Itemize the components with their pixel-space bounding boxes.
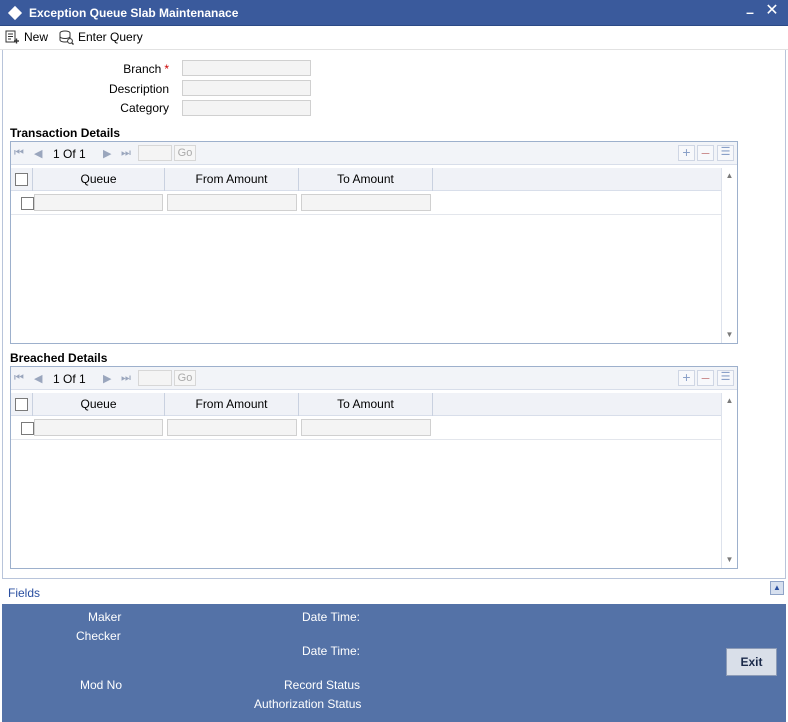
grid-header-row: Queue From Amount To Amount <box>11 393 721 416</box>
last-page-icon[interactable]: ⏭ <box>121 372 131 385</box>
page-total: 1 <box>79 147 86 161</box>
window-title: Exception Queue Slab Maintenanace <box>29 6 239 20</box>
new-document-icon <box>5 30 19 44</box>
from-amount-cell-input[interactable] <box>167 419 297 436</box>
authorization-status-label: Authorization Status <box>254 697 362 711</box>
column-header-to-amount[interactable]: To Amount <box>299 168 433 191</box>
maker-label: Maker <box>88 610 122 624</box>
next-page-icon[interactable]: ▶ <box>103 372 111 385</box>
previous-page-icon[interactable]: ◀ <box>34 147 42 160</box>
scroll-up-icon[interactable]: ▲ <box>722 170 737 182</box>
page-indicator: 1 Of 1 <box>53 372 86 386</box>
select-all-cell <box>11 393 33 416</box>
branch-label-text: Branch <box>123 62 162 76</box>
branch-input[interactable] <box>182 60 311 76</box>
enter-query-label: Enter Query <box>78 30 143 44</box>
branch-label: Branch * <box>19 62 169 76</box>
go-button[interactable]: Go <box>174 370 196 386</box>
page-current: 1 <box>53 372 60 386</box>
maker-date-time-label: Date Time: <box>302 610 361 624</box>
toolbar: New Enter Query <box>0 26 788 50</box>
to-amount-cell-input[interactable] <box>301 419 431 436</box>
column-header-queue[interactable]: Queue <box>33 393 165 416</box>
app-diamond-icon <box>7 5 23 21</box>
queue-cell-input[interactable] <box>34 419 163 436</box>
single-view-icon[interactable]: ☰ <box>717 370 734 386</box>
column-header-from-amount[interactable]: From Amount <box>165 168 299 191</box>
column-header-from-amount[interactable]: From Amount <box>165 393 299 416</box>
close-icon[interactable]: ✕ <box>765 3 779 19</box>
table-row <box>11 416 721 440</box>
add-row-icon[interactable]: + <box>678 145 695 161</box>
page-total: 1 <box>79 372 86 386</box>
grid-header-row: Queue From Amount To Amount <box>11 168 721 191</box>
breached-details-grid: ⏮ ◀ 1 Of 1 ▶ ⏭ Go + – ☰ Queue From Amoun… <box>10 366 738 569</box>
description-label: Description <box>108 82 169 96</box>
column-header-to-amount[interactable]: To Amount <box>299 393 433 416</box>
fields-link[interactable]: Fields <box>8 586 40 600</box>
description-input[interactable] <box>182 80 311 96</box>
required-asterisk: * <box>164 62 169 76</box>
last-page-icon[interactable]: ⏭ <box>121 147 131 160</box>
row-checkbox[interactable] <box>21 197 34 210</box>
checker-date-time-label: Date Time: <box>302 644 361 658</box>
page-number-input[interactable] <box>138 145 172 161</box>
query-database-icon <box>59 30 74 45</box>
table-row <box>11 191 721 215</box>
scroll-up-icon[interactable]: ▲ <box>722 395 737 407</box>
select-all-cell <box>11 168 33 191</box>
breached-details-title: Breached Details <box>10 351 108 365</box>
delete-row-icon[interactable]: – <box>697 145 714 161</box>
select-all-checkbox[interactable] <box>15 398 28 411</box>
grid-navigation-bar: ⏮ ◀ 1 Of 1 ▶ ⏭ Go + – ☰ <box>11 142 737 165</box>
category-input[interactable] <box>182 100 311 116</box>
vertical-scrollbar[interactable]: ▲ ▼ <box>721 168 737 343</box>
next-page-icon[interactable]: ▶ <box>103 147 111 160</box>
to-amount-cell-input[interactable] <box>301 194 431 211</box>
vertical-scrollbar[interactable]: ▲ ▼ <box>721 393 737 568</box>
row-checkbox[interactable] <box>21 422 34 435</box>
column-header-queue[interactable]: Queue <box>33 168 165 191</box>
checker-label: Checker <box>76 629 121 643</box>
transaction-details-grid: ⏮ ◀ 1 Of 1 ▶ ⏭ Go + – ☰ Queue From Amoun… <box>10 141 738 344</box>
page-of: Of <box>63 147 76 161</box>
window-title-bar: Exception Queue Slab Maintenanace – ✕ <box>0 0 788 26</box>
fields-bar: Fields ▲ <box>2 578 786 604</box>
transaction-details-title: Transaction Details <box>10 126 121 140</box>
new-button[interactable]: New <box>4 28 48 46</box>
scroll-down-icon[interactable]: ▼ <box>722 554 737 566</box>
page-number-input[interactable] <box>138 370 172 386</box>
main-panel: Branch * Description Category Transaction… <box>2 50 786 578</box>
select-all-checkbox[interactable] <box>15 173 28 186</box>
previous-page-icon[interactable]: ◀ <box>34 372 42 385</box>
add-row-icon[interactable]: + <box>678 370 695 386</box>
page-indicator: 1 Of 1 <box>53 147 86 161</box>
category-label: Category <box>120 101 169 115</box>
exit-button[interactable]: Exit <box>726 648 777 676</box>
record-status-label: Record Status <box>284 678 361 692</box>
mod-no-label: Mod No <box>80 678 123 692</box>
page-current: 1 <box>53 147 60 161</box>
first-page-icon[interactable]: ⏮ <box>14 147 24 160</box>
scroll-down-icon[interactable]: ▼ <box>722 329 737 341</box>
queue-cell-input[interactable] <box>34 194 163 211</box>
new-button-label: New <box>24 30 49 44</box>
page-of: Of <box>63 372 76 386</box>
single-view-icon[interactable]: ☰ <box>717 145 734 161</box>
delete-row-icon[interactable]: – <box>697 370 714 386</box>
go-button[interactable]: Go <box>174 145 196 161</box>
first-page-icon[interactable]: ⏮ <box>14 372 24 385</box>
grid-navigation-bar: ⏮ ◀ 1 Of 1 ▶ ⏭ Go + – ☰ <box>11 367 737 390</box>
audit-footer: Maker Checker Mod No Date Time: Date Tim… <box>2 604 786 722</box>
collapse-up-icon[interactable]: ▲ <box>770 581 784 595</box>
enter-query-button[interactable]: Enter Query <box>58 28 143 46</box>
minimize-icon[interactable]: – <box>744 5 756 19</box>
from-amount-cell-input[interactable] <box>167 194 297 211</box>
